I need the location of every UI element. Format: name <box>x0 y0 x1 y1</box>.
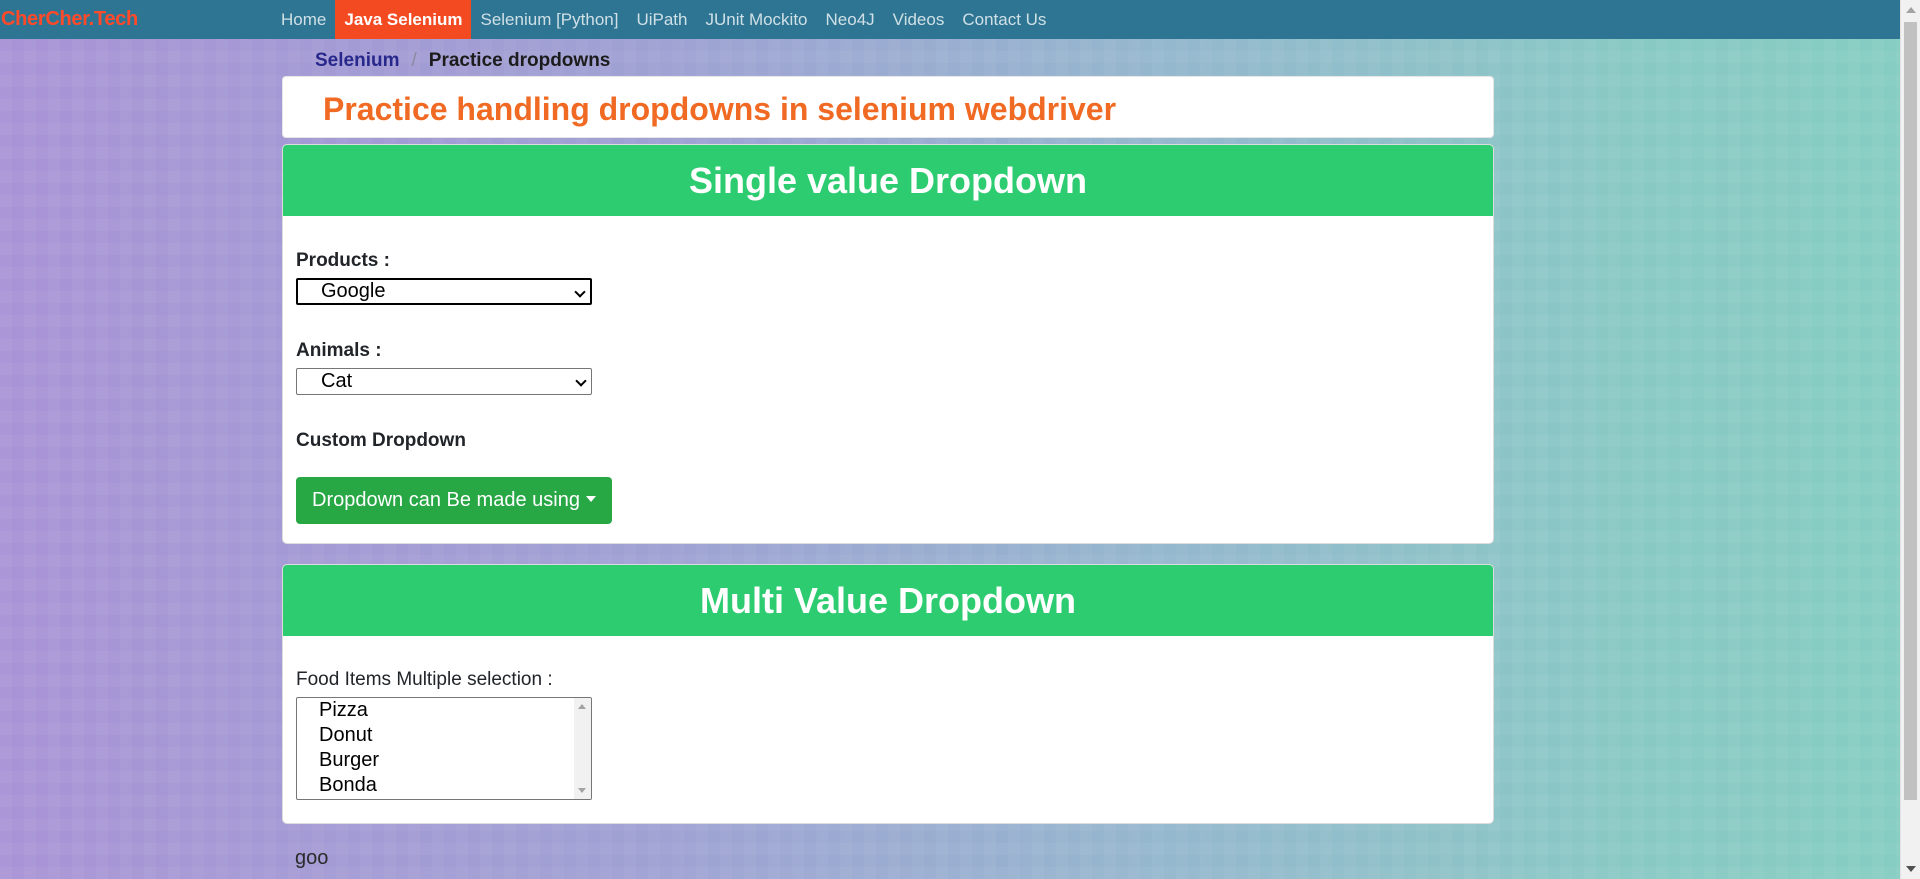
nav-link-selenium-python[interactable]: Selenium [Python] <box>471 0 627 39</box>
breadcrumb-current: Practice dropdowns <box>428 50 611 71</box>
food-option-donut[interactable]: Donut <box>297 723 591 748</box>
nav-link-contact-us[interactable]: Contact Us <box>953 0 1055 39</box>
chevron-down-icon <box>574 286 586 298</box>
food-option-bonda[interactable]: Bonda <box>297 773 591 798</box>
nav-link-neo4j[interactable]: Neo4J <box>817 0 884 39</box>
products-selected-value: Google <box>321 280 386 302</box>
page-scrollbar[interactable] <box>1900 0 1920 879</box>
title-panel: Practice handling dropdowns in selenium … <box>282 76 1494 138</box>
food-option-pizza[interactable]: Pizza <box>297 698 591 723</box>
custom-dropdown-button[interactable]: Dropdown can Be made using <box>296 477 612 524</box>
animals-label: Animals : <box>296 340 382 361</box>
breadcrumb-link-selenium[interactable]: Selenium <box>315 50 399 72</box>
scroll-up-arrow-icon[interactable] <box>1906 7 1916 13</box>
food-items-multiselect[interactable]: Pizza Donut Burger Bonda <box>296 697 592 800</box>
nav-link-uipath[interactable]: UiPath <box>627 0 696 39</box>
nav-link-home[interactable]: Home <box>272 0 335 39</box>
scroll-up-arrow-icon[interactable] <box>578 704 586 709</box>
scroll-down-arrow-icon[interactable] <box>578 788 586 793</box>
single-value-header: Single value Dropdown <box>283 145 1493 216</box>
products-select[interactable]: Google <box>296 278 592 305</box>
top-navbar: CherCher.Tech Home Java Selenium Seleniu… <box>0 0 1900 39</box>
animals-select[interactable]: Cat <box>296 368 592 395</box>
scrollbar-thumb[interactable] <box>1904 22 1917 800</box>
food-option-burger[interactable]: Burger <box>297 748 591 773</box>
breadcrumb-separator: / <box>411 50 417 71</box>
food-items-label: Food Items Multiple selection : <box>296 669 553 690</box>
page-title: Practice handling dropdowns in selenium … <box>323 91 1117 127</box>
products-label: Products : <box>296 250 390 271</box>
multi-value-header: Multi Value Dropdown <box>283 565 1493 636</box>
nav-links: Home Java Selenium Selenium [Python] UiP… <box>272 0 1055 39</box>
single-value-card: Single value Dropdown Products : Google … <box>282 144 1494 544</box>
footer-text: goo <box>295 847 329 869</box>
breadcrumb: Selenium / Practice dropdowns <box>315 50 610 72</box>
scroll-down-arrow-icon[interactable] <box>1906 866 1916 872</box>
nav-link-videos[interactable]: Videos <box>884 0 954 39</box>
nav-link-java-selenium[interactable]: Java Selenium <box>335 0 472 39</box>
animals-selected-value: Cat <box>321 370 353 392</box>
multi-value-card: Multi Value Dropdown Food Items Multiple… <box>282 564 1494 824</box>
nav-link-junit-mockito[interactable]: JUnit Mockito <box>696 0 816 39</box>
custom-dropdown-button-label: Dropdown can Be made using <box>312 489 580 511</box>
caret-down-icon <box>585 496 596 502</box>
chevron-down-icon <box>575 375 587 387</box>
custom-dropdown-label: Custom Dropdown <box>296 430 466 451</box>
listbox-scrollbar[interactable] <box>574 698 591 799</box>
brand-logo[interactable]: CherCher.Tech <box>0 0 138 39</box>
